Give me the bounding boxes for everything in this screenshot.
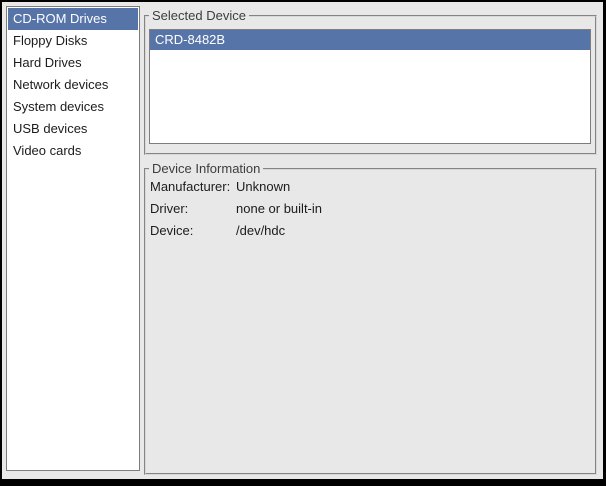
hardware-browser-window: { "colors": { "selection_bg": "#5674a8",…	[0, 0, 606, 486]
category-list[interactable]: CD-ROM Drives Floppy Disks Hard Drives N…	[6, 6, 140, 471]
driver-value: none or built-in	[236, 198, 322, 220]
info-row-device: Device:/dev/hdc	[150, 220, 591, 242]
sidebar-item-usb-devices[interactable]: USB devices	[8, 118, 138, 140]
manufacturer-value: Unknown	[236, 176, 290, 198]
device-value: /dev/hdc	[236, 220, 285, 242]
sidebar-item-floppy-disks[interactable]: Floppy Disks	[8, 30, 138, 52]
device-information-frame: Device Information Manufacturer:Unknown …	[144, 168, 597, 475]
info-row-manufacturer: Manufacturer:Unknown	[150, 176, 591, 198]
device-list-item[interactable]: CRD-8482B	[150, 30, 590, 50]
device-information-table: Manufacturer:Unknown Driver:none or buil…	[150, 176, 591, 242]
info-row-driver: Driver:none or built-in	[150, 198, 591, 220]
manufacturer-label: Manufacturer:	[150, 176, 236, 198]
sidebar-item-network-devices[interactable]: Network devices	[8, 74, 138, 96]
window-content: CD-ROM Drives Floppy Disks Hard Drives N…	[2, 2, 603, 479]
sidebar-item-system-devices[interactable]: System devices	[8, 96, 138, 118]
driver-label: Driver:	[150, 198, 236, 220]
device-label: Device:	[150, 220, 236, 242]
device-list[interactable]: CRD-8482B	[149, 29, 591, 144]
device-information-frame-title: Device Information	[149, 161, 263, 176]
sidebar-item-video-cards[interactable]: Video cards	[8, 140, 138, 162]
sidebar-item-cdrom-drives[interactable]: CD-ROM Drives	[8, 8, 138, 30]
selected-device-frame-title: Selected Device	[149, 8, 249, 23]
sidebar-item-hard-drives[interactable]: Hard Drives	[8, 52, 138, 74]
selected-device-frame: Selected Device CRD-8482B	[144, 15, 597, 155]
